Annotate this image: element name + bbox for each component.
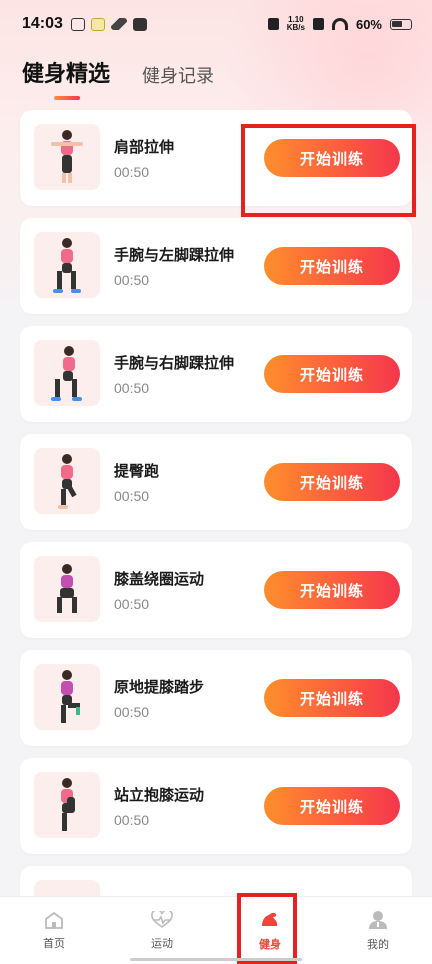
start-training-button[interactable]: 开始训练 [264, 679, 400, 717]
person-knee-raise-icon [61, 670, 80, 723]
exercise-name: 手腕与左脚踝拉伸 [114, 246, 235, 264]
exercise-duration: 00:50 [114, 272, 150, 288]
exercise-thumbnail [34, 124, 100, 190]
exercise-card[interactable]: 站立抱膝运动 00:50 开始训练 [20, 758, 412, 854]
person-lunge-icon [51, 346, 82, 401]
person-squat-icon [57, 564, 77, 613]
exercise-card[interactable]: 手腕与右脚踝拉伸 00:50 开始训练 [20, 326, 412, 422]
exercise-name: 肩部拉伸 [114, 138, 175, 156]
heartbeat-icon [151, 910, 173, 928]
status-time: 14:03 [22, 15, 63, 32]
exercise-duration: 00:50 [114, 704, 150, 720]
exercise-thumbnail [34, 772, 100, 838]
exercise-duration: 00:50 [114, 164, 150, 180]
app-notification-icon [132, 17, 147, 31]
app-notification-icon [90, 17, 105, 31]
nav-item-fitness[interactable]: 健身 [216, 897, 324, 964]
person-running-icon [58, 454, 77, 509]
start-training-button[interactable]: 开始训练 [264, 787, 400, 825]
system-icons: 1.10 KB/s 60% [267, 16, 412, 32]
tab-fitness-featured[interactable]: 健身精选 [22, 56, 110, 100]
start-training-button[interactable]: 开始训练 [264, 571, 400, 609]
exercise-thumbnail [34, 448, 100, 514]
gesture-bar [130, 958, 302, 961]
battery-icon [390, 18, 412, 30]
nav-item-home[interactable]: 首页 [0, 897, 108, 964]
vibrate-icon [267, 18, 279, 30]
notification-icons [70, 17, 147, 31]
nav-label: 首页 [43, 936, 65, 950]
nav-item-mine[interactable]: 我的 [324, 897, 432, 964]
person-stretch-icon [51, 130, 83, 183]
exercise-duration: 00:50 [114, 596, 150, 612]
exercise-thumbnail [34, 232, 100, 298]
exercise-duration: 00:50 [114, 380, 150, 396]
data-off-icon [312, 18, 324, 30]
exercise-name: 原地提膝踏步 [114, 678, 205, 696]
network-speed: 1.10 KB/s [287, 16, 305, 32]
tab-fitness-records[interactable]: 健身记录 [142, 62, 214, 88]
network-speed-unit: KB/s [286, 23, 305, 32]
crown-icon [110, 18, 127, 30]
user-icon [369, 910, 387, 929]
battery-percent: 60% [355, 16, 382, 32]
exercise-thumbnail [34, 664, 100, 730]
exercise-card[interactable]: 原地提膝踏步 00:50 开始训练 [20, 650, 412, 746]
exercise-name: 站立抱膝运动 [114, 786, 205, 804]
exercise-card[interactable]: 手腕与左脚踝拉伸 00:50 开始训练 [20, 218, 412, 314]
nav-label: 我的 [367, 937, 389, 951]
exercise-thumbnail [34, 556, 100, 622]
app-notification-icon [70, 17, 85, 31]
home-icon [45, 911, 63, 929]
exercise-card[interactable]: 肩部拉伸 00:50 开始训练 [20, 110, 412, 206]
nav-label: 运动 [151, 936, 173, 950]
tab-bar: 健身精选 健身记录 [22, 56, 214, 100]
nav-label: 健身 [259, 937, 281, 951]
exercise-card[interactable]: 提臀跑 00:50 开始训练 [20, 434, 412, 530]
start-training-button[interactable]: 开始训练 [264, 139, 400, 177]
exercise-name: 手腕与右脚踝拉伸 [114, 354, 235, 372]
start-training-button[interactable]: 开始训练 [264, 355, 400, 393]
person-knee-hug-icon [61, 778, 75, 831]
exercise-name: 提臀跑 [114, 462, 160, 480]
exercise-name: 膝盖绕圈运动 [114, 570, 205, 588]
person-lunge-icon [53, 238, 81, 293]
exercise-thumbnail [34, 340, 100, 406]
start-training-button[interactable]: 开始训练 [264, 463, 400, 501]
start-training-button[interactable]: 开始训练 [264, 247, 400, 285]
wifi-icon [331, 18, 348, 30]
muscle-arm-icon [262, 912, 278, 926]
bottom-navigation: 首页 运动 健身 我的 [0, 896, 432, 964]
nav-item-sport[interactable]: 运动 [108, 897, 216, 964]
exercise-duration: 00:50 [114, 812, 150, 828]
exercise-duration: 00:50 [114, 488, 150, 504]
status-bar: 14:03 1.10 KB/s 60% [0, 0, 432, 48]
exercise-list: 肩部拉伸 00:50 开始训练 手腕与左脚踝拉伸 00:50 开始训练 手腕与右… [20, 110, 412, 964]
exercise-card[interactable]: 膝盖绕圈运动 00:50 开始训练 [20, 542, 412, 638]
